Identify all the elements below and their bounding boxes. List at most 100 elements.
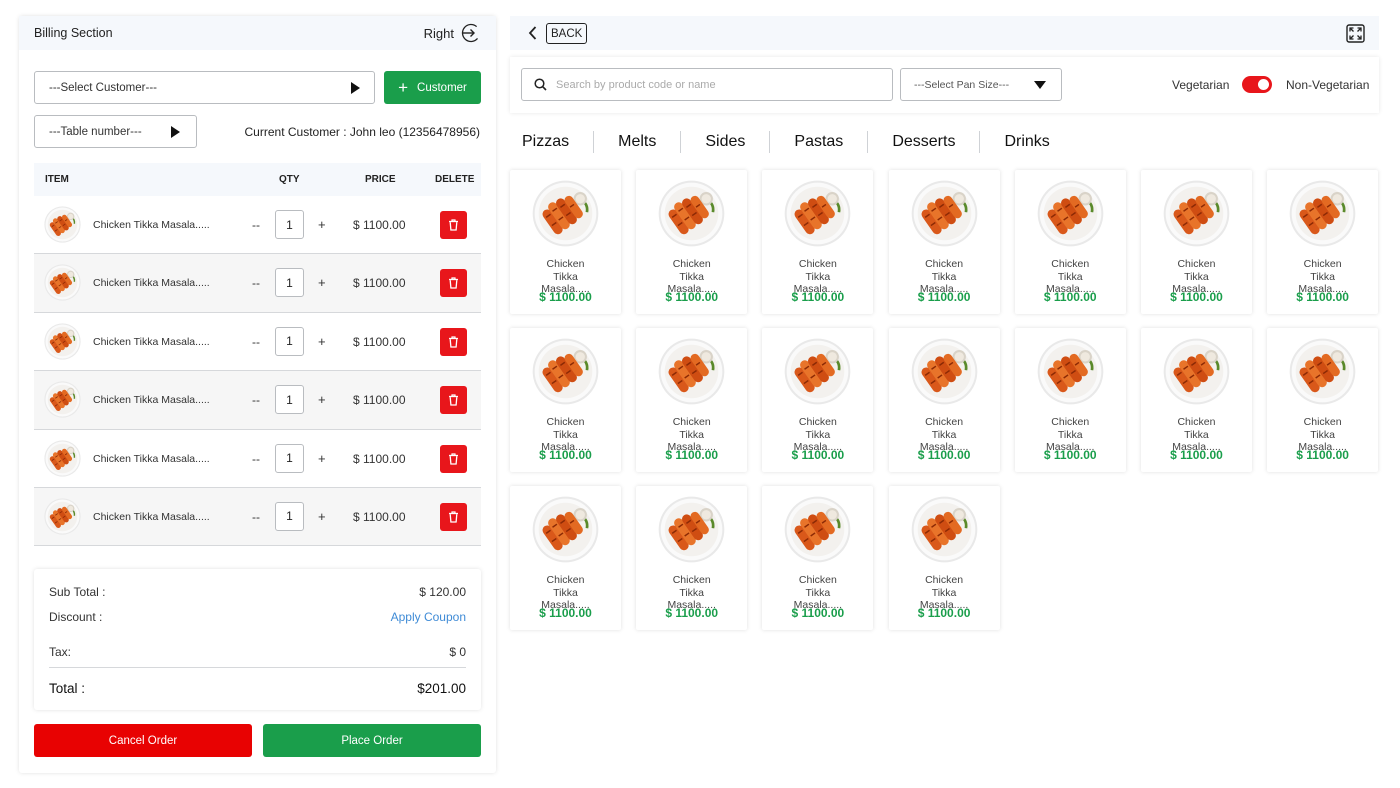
qty-input[interactable]: 1 [275, 385, 304, 415]
food-image [785, 338, 851, 405]
product-card[interactable]: Chicken Tikka Masala..... $ 1100.00 [1267, 328, 1379, 472]
order-row: Chicken Tikka Masala..... -- 1 + $ 1100.… [34, 371, 481, 430]
food-image [532, 338, 599, 405]
product-card[interactable]: Chicken Tikka Masala..... $ 1100.00 [888, 170, 1000, 314]
select-customer-label: ---Select Customer--- [49, 81, 157, 94]
category-tabs: Pizzas Melts Sides Pastas Desserts Drinks [510, 128, 1074, 156]
qty-increase-button[interactable]: + [318, 275, 326, 290]
product-price: $ 1100.00 [791, 606, 845, 620]
veg-nonveg-toggle[interactable] [1242, 76, 1272, 93]
tab-desserts[interactable]: Desserts [867, 131, 979, 153]
product-image [784, 338, 851, 405]
column-delete: DELETE [435, 174, 475, 185]
order-table-body: Chicken Tikka Masala..... -- 1 + $ 1100.… [34, 196, 481, 547]
select-customer-dropdown[interactable]: ---Select Customer--- [34, 71, 375, 104]
item-price: $ 1100.00 [353, 451, 406, 466]
item-thumbnail [44, 206, 81, 243]
food-image [1289, 180, 1356, 247]
qty-input[interactable]: 1 [275, 443, 304, 473]
qty-decrease-button[interactable]: -- [252, 276, 260, 290]
qty-increase-button[interactable]: + [318, 392, 326, 407]
qty-input[interactable]: 1 [275, 210, 304, 239]
product-price: $ 1100.00 [1296, 448, 1349, 462]
tab-drinks[interactable]: Drinks [979, 131, 1073, 153]
order-row: Chicken Tikka Masala..... -- 1 + $ 1100.… [34, 487, 481, 547]
delete-item-button[interactable] [440, 327, 467, 356]
food-image [785, 496, 851, 563]
qty-decrease-button[interactable]: -- [252, 393, 260, 407]
product-image [911, 496, 978, 563]
qty-input[interactable]: 1 [275, 326, 304, 356]
qty-decrease-button[interactable]: -- [252, 452, 260, 466]
food-image [911, 338, 977, 405]
food-image [1037, 338, 1104, 405]
order-row: Chicken Tikka Masala..... -- 1 + $ 1100.… [34, 196, 481, 255]
delete-item-button[interactable] [440, 269, 467, 298]
item-price: $ 1100.00 [353, 393, 406, 408]
product-card[interactable]: Chicken Tikka Masala..... $ 1100.00 [636, 486, 748, 630]
pan-size-dropdown[interactable]: ---Select Pan Size--- [900, 68, 1062, 101]
qty-decrease-button[interactable]: -- [252, 218, 260, 232]
product-card[interactable]: Chicken Tikka Masala..... $ 1100.00 [1140, 170, 1252, 314]
delete-item-button[interactable] [440, 386, 467, 415]
back-button[interactable]: BACK [546, 23, 588, 44]
qty-input[interactable]: 1 [275, 501, 304, 531]
item-price: $ 1100.00 [353, 276, 406, 291]
order-row: Chicken Tikka Masala..... -- 1 + $ 1100.… [34, 254, 481, 313]
food-image [532, 180, 599, 247]
billing-panel: Billing Section Right ---Select Customer… [19, 16, 496, 773]
chevron-left-icon[interactable] [528, 25, 538, 41]
expand-icon[interactable] [1346, 24, 1365, 43]
subtotal-value: $ 120.00 [419, 585, 466, 599]
product-card[interactable]: Chicken Tikka Masala..... $ 1100.00 [888, 486, 1000, 630]
cancel-order-button[interactable]: Cancel Order [34, 724, 252, 757]
qty-increase-button[interactable]: + [318, 451, 326, 466]
product-card[interactable]: Chicken Tikka Masala..... $ 1100.00 [762, 486, 874, 630]
food-image [911, 496, 977, 563]
tab-pastas[interactable]: Pastas [769, 131, 867, 153]
product-card[interactable]: Chicken Tikka Masala..... $ 1100.00 [888, 328, 1000, 472]
qty-decrease-button[interactable]: -- [252, 510, 260, 524]
item-name: Chicken Tikka Masala..... [93, 277, 210, 290]
product-card[interactable]: Chicken Tikka Masala..... $ 1100.00 [510, 170, 621, 314]
select-table-dropdown[interactable]: ---Table number--- [34, 115, 197, 148]
qty-increase-button[interactable]: + [318, 334, 326, 349]
product-image [1289, 180, 1356, 247]
food-image [658, 180, 725, 247]
product-card[interactable]: Chicken Tikka Masala..... $ 1100.00 [510, 486, 621, 630]
qty-decrease-button[interactable]: -- [252, 335, 260, 349]
search-input[interactable] [556, 78, 876, 91]
product-price: $ 1100.00 [791, 448, 845, 462]
product-card[interactable]: Chicken Tikka Masala..... $ 1100.00 [510, 328, 621, 472]
product-price: $ 1100.00 [791, 290, 845, 304]
tab-sides[interactable]: Sides [680, 131, 769, 153]
apply-coupon-link[interactable]: Apply Coupon [391, 610, 466, 624]
product-card[interactable]: Chicken Tikka Masala..... $ 1100.00 [636, 170, 748, 314]
add-customer-label: Customer [417, 81, 467, 94]
item-name: Chicken Tikka Masala..... [93, 394, 210, 407]
product-card[interactable]: Chicken Tikka Masala..... $ 1100.00 [1267, 170, 1379, 314]
product-image [658, 338, 725, 405]
product-card[interactable]: Chicken Tikka Masala..... $ 1100.00 [762, 328, 874, 472]
tab-melts[interactable]: Melts [593, 131, 680, 153]
food-image [1037, 180, 1104, 247]
qty-input[interactable]: 1 [275, 268, 304, 298]
product-card[interactable]: Chicken Tikka Masala..... $ 1100.00 [762, 170, 874, 314]
tab-pizzas[interactable]: Pizzas [510, 131, 593, 153]
product-price: $ 1100.00 [1170, 290, 1223, 304]
delete-item-button[interactable] [440, 444, 467, 473]
delete-item-button[interactable] [440, 502, 467, 531]
qty-increase-button[interactable]: + [318, 509, 326, 524]
product-image [911, 338, 978, 405]
product-card[interactable]: Chicken Tikka Masala..... $ 1100.00 [636, 328, 748, 472]
product-card[interactable]: Chicken Tikka Masala..... $ 1100.00 [1014, 328, 1126, 472]
place-order-button[interactable]: Place Order [263, 724, 481, 757]
qty-increase-button[interactable]: + [318, 217, 326, 232]
delete-item-button[interactable] [440, 211, 467, 239]
order-row: Chicken Tikka Masala..... -- 1 + $ 1100.… [34, 430, 481, 488]
add-customer-button[interactable]: + Customer [384, 71, 481, 104]
product-card[interactable]: Chicken Tikka Masala..... $ 1100.00 [1014, 170, 1126, 314]
right-button[interactable]: Right [424, 23, 481, 43]
item-price: $ 1100.00 [353, 509, 406, 524]
product-card[interactable]: Chicken Tikka Masala..... $ 1100.00 [1140, 328, 1252, 472]
